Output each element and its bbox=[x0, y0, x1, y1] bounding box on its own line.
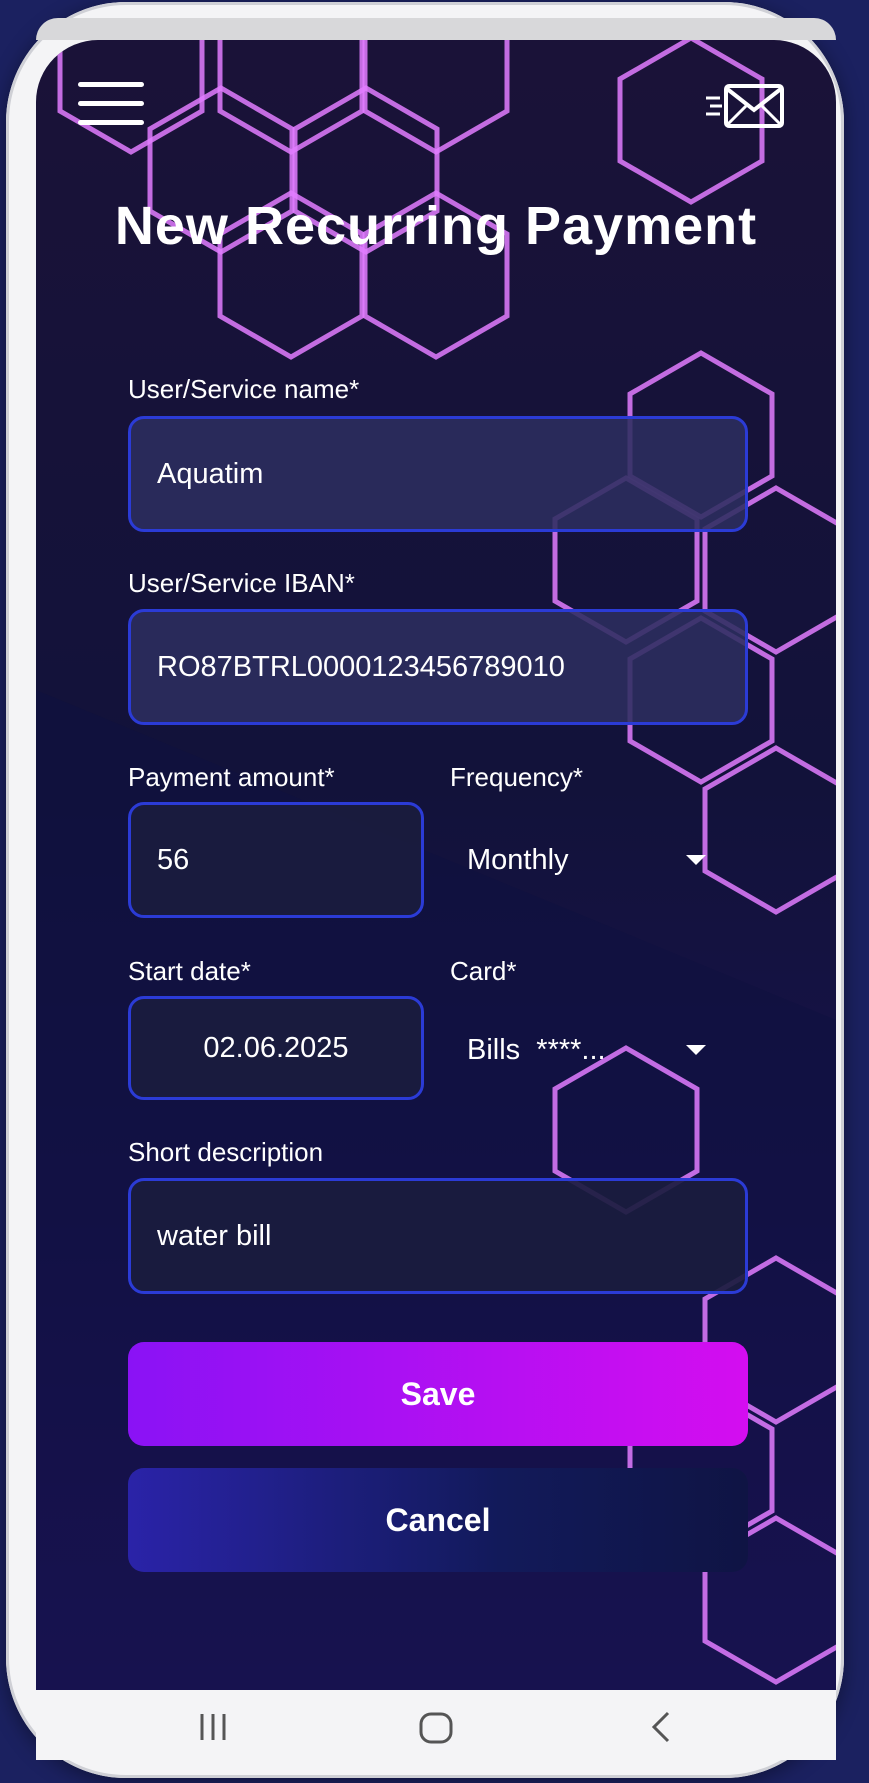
save-button[interactable]: Save bbox=[128, 1342, 748, 1446]
back-icon[interactable] bbox=[646, 1710, 676, 1744]
status-bar bbox=[36, 18, 836, 40]
payment-amount-label: Payment amount* bbox=[128, 762, 335, 792]
service-name-input[interactable]: Aquatim bbox=[128, 416, 748, 532]
frequency-label: Frequency* bbox=[450, 762, 583, 792]
system-navigation-bar bbox=[36, 1690, 836, 1760]
send-mail-icon[interactable] bbox=[704, 82, 786, 132]
hamburger-menu-icon[interactable] bbox=[78, 82, 144, 130]
hexagon-shape bbox=[702, 745, 836, 915]
card-label: Card* bbox=[450, 956, 517, 986]
start-date-label: Start date* bbox=[128, 956, 251, 986]
page-title: New Recurring Payment bbox=[114, 196, 758, 256]
service-iban-input[interactable]: RO87BTRL0000123456789010 bbox=[128, 609, 748, 725]
recent-apps-icon[interactable] bbox=[196, 1710, 232, 1744]
service-iban-label: User/Service IBAN* bbox=[128, 568, 355, 598]
service-name-label: User/Service name* bbox=[128, 374, 360, 404]
frequency-dropdown-icon[interactable] bbox=[686, 855, 706, 865]
card-dropdown-icon[interactable] bbox=[686, 1045, 706, 1055]
short-description-label: Short description bbox=[128, 1137, 324, 1167]
app-screen: New Recurring Payment User/Service name*… bbox=[36, 40, 836, 1690]
cancel-button[interactable]: Cancel bbox=[128, 1468, 748, 1572]
frequency-select[interactable]: Monthly bbox=[467, 840, 569, 880]
home-icon[interactable] bbox=[418, 1710, 454, 1744]
start-date-input[interactable]: 02.06.2025 bbox=[128, 996, 424, 1100]
payment-amount-input[interactable]: 56 bbox=[128, 802, 424, 918]
short-description-input[interactable]: water bill bbox=[128, 1178, 748, 1294]
card-select[interactable]: Bills ****... bbox=[467, 1030, 606, 1070]
